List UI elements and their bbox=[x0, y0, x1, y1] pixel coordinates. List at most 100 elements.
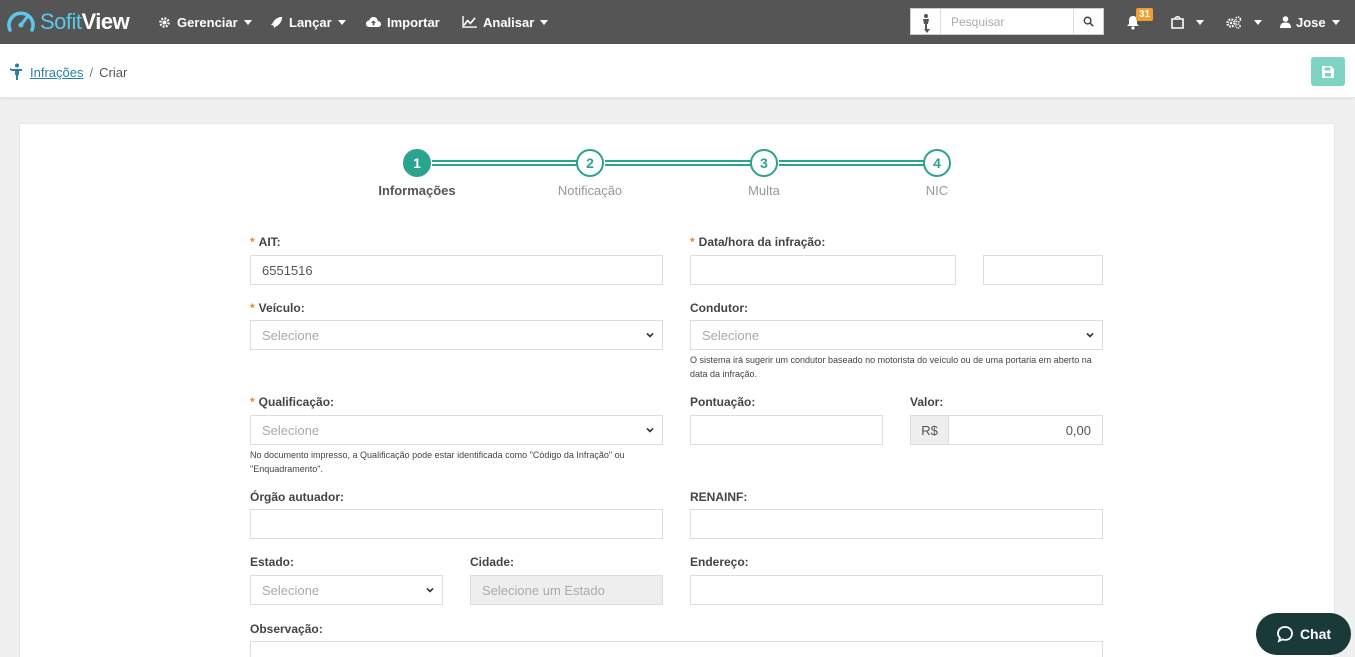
search-button[interactable] bbox=[1073, 9, 1103, 34]
vehicle-label: * Veículo: bbox=[250, 301, 305, 315]
chevron-down-icon bbox=[243, 19, 252, 25]
driver-select[interactable]: Selecione bbox=[690, 320, 1103, 350]
stepper-connector bbox=[779, 160, 924, 166]
search-icon bbox=[1083, 16, 1094, 27]
notifications-badge: 31 bbox=[1136, 8, 1154, 21]
person-icon bbox=[922, 13, 929, 29]
chevron-down-icon bbox=[1086, 332, 1094, 338]
chat-button[interactable]: Chat bbox=[1256, 613, 1351, 655]
step-4-label: NIC bbox=[925, 183, 949, 198]
required-marker: * bbox=[250, 301, 255, 315]
nav-launch-label: Lançar bbox=[289, 14, 332, 30]
agency-input[interactable] bbox=[250, 509, 663, 539]
step-4-circle[interactable]: 4 bbox=[923, 149, 951, 177]
user-menu[interactable]: Jose bbox=[1280, 0, 1340, 44]
state-select[interactable]: Selecione bbox=[250, 575, 443, 605]
state-select-value: Selecione bbox=[262, 582, 320, 598]
chevron-down-icon bbox=[540, 19, 549, 25]
notes-textarea[interactable] bbox=[250, 641, 1103, 657]
save-button[interactable] bbox=[1311, 57, 1345, 86]
city-select: Selecione um Estado bbox=[470, 575, 663, 605]
qualification-select[interactable]: Selecione bbox=[250, 415, 663, 445]
chevron-down-icon bbox=[1196, 19, 1204, 25]
chevron-down-icon bbox=[646, 427, 654, 433]
nav-launch[interactable]: Lançar bbox=[270, 0, 346, 44]
breadcrumb-bar: Infrações / Criar bbox=[0, 44, 1355, 98]
points-label: Pontuação: bbox=[690, 395, 756, 409]
user-icon bbox=[1280, 16, 1291, 28]
step-2-circle[interactable]: 2 bbox=[576, 149, 604, 177]
shopping-bag-icon bbox=[1171, 16, 1184, 29]
vehicle-label-text: Veículo: bbox=[258, 301, 305, 315]
datetime-label-text: Data/hora da infração: bbox=[698, 235, 826, 249]
nav-analyze[interactable]: Analisar bbox=[462, 0, 549, 44]
driver-label: Condutor: bbox=[690, 301, 748, 315]
cogs-icon bbox=[1226, 15, 1242, 29]
qualification-label-text: Qualificação: bbox=[258, 395, 335, 409]
search-input[interactable] bbox=[941, 9, 1073, 34]
date-input[interactable] bbox=[690, 255, 956, 285]
stepper-connector bbox=[605, 160, 751, 166]
brand-part-2: View bbox=[81, 9, 130, 34]
points-input[interactable] bbox=[690, 415, 883, 445]
step-2-label: Notificação bbox=[557, 183, 623, 198]
time-input[interactable] bbox=[983, 255, 1103, 285]
search-type-selector[interactable] bbox=[911, 9, 941, 34]
vehicle-select[interactable]: Selecione bbox=[250, 320, 663, 350]
brand-part-1: Sofit bbox=[40, 9, 82, 34]
address-label: Endereço: bbox=[690, 555, 749, 569]
rocket-icon bbox=[270, 16, 283, 28]
line-chart-icon bbox=[462, 16, 477, 28]
cloud-upload-icon bbox=[366, 17, 381, 27]
chevron-down-icon bbox=[1331, 19, 1340, 25]
agency-label: Órgão autuador: bbox=[250, 490, 345, 504]
step-1-label: Informações bbox=[378, 183, 456, 198]
breadcrumb-separator: / bbox=[89, 64, 94, 80]
floppy-disk-icon bbox=[1322, 65, 1334, 78]
driver-select-value: Selecione bbox=[702, 327, 760, 343]
ait-label: * AIT: bbox=[250, 235, 281, 249]
chevron-down-icon bbox=[924, 29, 930, 33]
step-3-label: Multa bbox=[748, 183, 780, 198]
datetime-label: * Data/hora da infração: bbox=[690, 235, 825, 249]
amount-label: Valor: bbox=[910, 395, 944, 409]
store-menu[interactable] bbox=[1171, 0, 1204, 44]
driver-help-text: O sistema irá sugerir um condutor basead… bbox=[690, 355, 1092, 379]
step-1-circle[interactable]: 1 bbox=[403, 149, 431, 177]
nav-analyze-label: Analisar bbox=[483, 14, 535, 30]
vehicle-select-value: Selecione bbox=[262, 327, 320, 343]
step-3-circle[interactable]: 3 bbox=[750, 149, 778, 177]
chevron-down-icon bbox=[646, 332, 654, 338]
qualification-help-text: No documento impresso, a Qualificação po… bbox=[250, 450, 625, 474]
required-marker: * bbox=[250, 395, 255, 409]
city-label: Cidade: bbox=[470, 555, 515, 569]
amount-input[interactable]: 0,00 bbox=[948, 415, 1103, 445]
notifications-button[interactable]: 31 bbox=[1124, 8, 1154, 34]
notes-label: Observação: bbox=[250, 622, 323, 636]
chat-bubble-icon bbox=[1277, 626, 1293, 643]
qualification-select-value: Selecione bbox=[262, 422, 320, 438]
ait-input[interactable]: 6551516 bbox=[250, 255, 663, 285]
nav-import[interactable]: Importar bbox=[366, 0, 440, 44]
renainf-input[interactable] bbox=[690, 509, 1103, 539]
breadcrumb-link-infractions[interactable]: Infrações bbox=[30, 65, 83, 80]
form-card: 1 2 3 4 Informações Notificação Multa NI… bbox=[19, 123, 1335, 657]
required-marker: * bbox=[250, 235, 255, 249]
nav-import-label: Importar bbox=[387, 14, 440, 30]
top-navbar: SofitView Gerenciar Lançar Importar Anal… bbox=[0, 0, 1355, 44]
breadcrumb-current: Criar bbox=[99, 64, 128, 80]
gear-icon bbox=[159, 16, 170, 28]
user-name: Jose bbox=[1296, 14, 1326, 30]
nav-manage[interactable]: Gerenciar bbox=[158, 0, 252, 44]
settings-menu[interactable] bbox=[1226, 0, 1262, 44]
search-group bbox=[910, 8, 1104, 35]
state-label: Estado: bbox=[250, 555, 295, 569]
breadcrumb: Infrações / Criar bbox=[10, 63, 127, 81]
gauge-logo-icon bbox=[7, 11, 35, 32]
currency-addon: R$ bbox=[910, 415, 949, 445]
ait-label-text: AIT: bbox=[258, 235, 281, 249]
address-input[interactable] bbox=[690, 575, 1103, 605]
chevron-down-icon bbox=[426, 587, 434, 593]
renainf-label: RENAINF: bbox=[690, 490, 748, 504]
logo[interactable]: SofitView bbox=[6, 8, 130, 36]
